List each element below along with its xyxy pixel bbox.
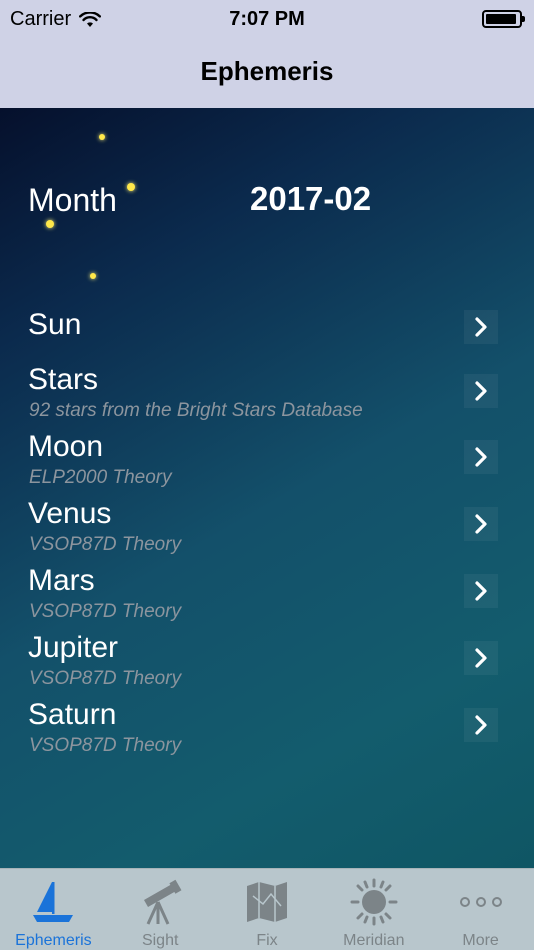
list-item-subtitle: VSOP87D Theory: [29, 601, 182, 622]
map-icon: [241, 877, 293, 926]
tab-label: More: [462, 932, 499, 949]
telescope-icon: [134, 877, 186, 926]
battery-icon: [482, 10, 525, 28]
list-item-title: Venus: [28, 497, 112, 530]
sun-icon: [348, 877, 400, 926]
status-time: 7:07 PM: [229, 8, 305, 30]
tab-label: Ephemeris: [15, 932, 92, 949]
list-item-saturn[interactable]: Saturn VSOP87D Theory: [0, 698, 534, 762]
chevron-right-icon[interactable]: [464, 440, 498, 474]
star-decoration: [99, 134, 105, 140]
tab-meridian[interactable]: Meridian: [320, 869, 427, 950]
list-item-title: Moon: [28, 430, 104, 463]
list-item-title: Saturn: [28, 698, 117, 731]
star-decoration: [90, 273, 96, 279]
list-item-subtitle: VSOP87D Theory: [29, 735, 182, 756]
chevron-right-icon[interactable]: [464, 507, 498, 541]
chevron-right-icon[interactable]: [464, 641, 498, 675]
month-label: Month: [28, 182, 117, 218]
tab-label: Sight: [141, 932, 179, 949]
chevron-right-icon[interactable]: [464, 708, 498, 742]
tab-fix[interactable]: Fix: [214, 869, 321, 950]
status-bar: Carrier 7:07 PM: [0, 0, 534, 38]
list-item-subtitle: VSOP87D Theory: [29, 668, 182, 689]
list-item-subtitle: ELP2000 Theory: [29, 467, 172, 488]
list-item-stars[interactable]: Stars 92 stars from the Bright Stars Dat…: [0, 363, 534, 427]
tab-sight[interactable]: Sight: [107, 869, 214, 950]
tab-more[interactable]: More: [427, 869, 534, 950]
list-item-subtitle: 92 stars from the Bright Stars Database: [29, 400, 363, 421]
navigation-bar: Ephemeris: [0, 38, 534, 108]
list-item-mars[interactable]: Mars VSOP87D Theory: [0, 564, 534, 628]
month-value[interactable]: 2017-02: [250, 180, 371, 218]
tab-ephemeris[interactable]: Ephemeris: [0, 869, 107, 950]
list-item-moon[interactable]: Moon ELP2000 Theory: [0, 430, 534, 494]
star-decoration: [127, 183, 135, 191]
page-title: Ephemeris: [200, 55, 334, 86]
tab-label: Fix: [256, 932, 278, 949]
chevron-right-icon[interactable]: [464, 374, 498, 408]
list-item-venus[interactable]: Venus VSOP87D Theory: [0, 497, 534, 561]
chevron-right-icon[interactable]: [464, 574, 498, 608]
list-item-title: Jupiter: [28, 631, 119, 664]
tab-bar: Ephemeris Sight Fix Meridian More: [0, 868, 534, 950]
list-item-jupiter[interactable]: Jupiter VSOP87D Theory: [0, 631, 534, 695]
star-decoration: [46, 220, 54, 228]
list-item-subtitle: VSOP87D Theory: [29, 534, 182, 555]
chevron-right-icon[interactable]: [464, 310, 498, 344]
tab-label: Meridian: [343, 932, 405, 949]
more-dots-icon: [455, 877, 507, 926]
ephemeris-list: Month 2017-02 Sun Stars 92 stars from th…: [0, 108, 534, 868]
list-item-title: Mars: [28, 564, 95, 597]
list-item-title: Sun: [28, 308, 82, 341]
list-item-title: Stars: [28, 363, 99, 396]
sailboat-icon: [27, 877, 79, 926]
